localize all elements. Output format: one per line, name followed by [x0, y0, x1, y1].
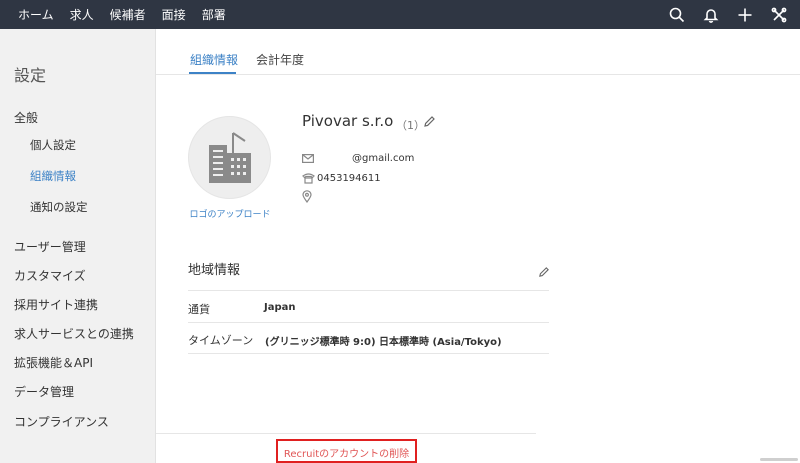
active-tab-indicator [189, 72, 236, 74]
divider [188, 353, 549, 354]
top-navigation-bar: ホーム 求人 候補者 面接 部署 [0, 0, 800, 29]
settings-tabs: 組織情報 会計年度 [156, 29, 800, 75]
sidebar-item-data-management[interactable]: データ管理 [14, 383, 74, 400]
sidebar-item-job-board-integration[interactable]: 求人サービスとの連携 [14, 325, 134, 342]
top-icons [658, 0, 794, 29]
edit-locale-icon[interactable] [538, 266, 550, 281]
logo-placeholder[interactable] [188, 116, 271, 199]
sidebar-title: 設定 [14, 66, 47, 85]
tab-organization[interactable]: 組織情報 [190, 51, 238, 68]
sidebar-item-user-management[interactable]: ユーザー管理 [14, 238, 86, 255]
mail-icon [302, 154, 314, 163]
search-icon[interactable] [662, 0, 692, 29]
sidebar-item-career-site[interactable]: 採用サイト連携 [14, 296, 98, 313]
email-row: @gmail.com [302, 153, 414, 164]
timezone-value: (グリニッジ標準時 9:0) 日本標準時 (Asia/Tokyo) [265, 337, 502, 348]
nav-candidates[interactable]: 候補者 [110, 6, 146, 23]
horizontal-scrollbar[interactable] [760, 458, 798, 461]
timezone-label: タイムゾーン [188, 334, 254, 347]
organization-phone: 0453194611 [317, 173, 381, 184]
settings-sidebar: 設定 全般 個人設定 組織情報 通知の設定 ユーザー管理 カスタマイズ 採用サイ… [0, 29, 156, 463]
phone-row: 0453194611 [302, 173, 381, 184]
sidebar-item-general[interactable]: 全般 [14, 109, 38, 126]
currency-label: 通貨 [188, 303, 210, 316]
organization-name: Pivovar s.r.o [302, 112, 394, 130]
organization-email: @gmail.com [352, 153, 415, 164]
divider [188, 322, 549, 323]
locale-section-title: 地域情報 [188, 263, 241, 278]
sidebar-item-extensions-api[interactable]: 拡張機能＆API [14, 354, 93, 371]
bell-icon[interactable] [696, 0, 726, 29]
upload-logo-link[interactable]: ロゴのアップロード [188, 207, 272, 220]
main-nav: ホーム 求人 候補者 面接 部署 [0, 0, 234, 29]
organization-count: （1） [396, 119, 425, 132]
phone-icon [302, 173, 315, 184]
footer-divider [156, 433, 536, 434]
nav-jobs[interactable]: 求人 [70, 6, 94, 23]
nav-interviews[interactable]: 面接 [162, 6, 186, 23]
delete-account-link[interactable]: Recruitのアカウントの削除 [284, 445, 409, 460]
currency-value: Japan [264, 302, 296, 313]
sidebar-item-compliance[interactable]: コンプライアンス [14, 413, 109, 430]
sidebar-item-customize[interactable]: カスタマイズ [14, 267, 86, 284]
sidebar-item-personal-settings[interactable]: 個人設定 [30, 137, 76, 153]
sidebar-item-notifications[interactable]: 通知の設定 [30, 199, 88, 215]
address-row [302, 190, 312, 203]
nav-departments[interactable]: 部署 [202, 6, 226, 23]
location-pin-icon [302, 190, 312, 203]
building-icon [208, 131, 251, 183]
delete-account-highlight: Recruitのアカウントの削除 [276, 439, 417, 463]
sidebar-item-organization[interactable]: 組織情報 [30, 168, 76, 184]
plus-icon[interactable] [730, 0, 760, 29]
divider [188, 290, 549, 291]
tools-icon[interactable] [764, 0, 794, 29]
edit-organization-icon[interactable] [423, 115, 436, 131]
tab-fiscal-year[interactable]: 会計年度 [256, 51, 304, 68]
nav-home[interactable]: ホーム [18, 6, 54, 23]
